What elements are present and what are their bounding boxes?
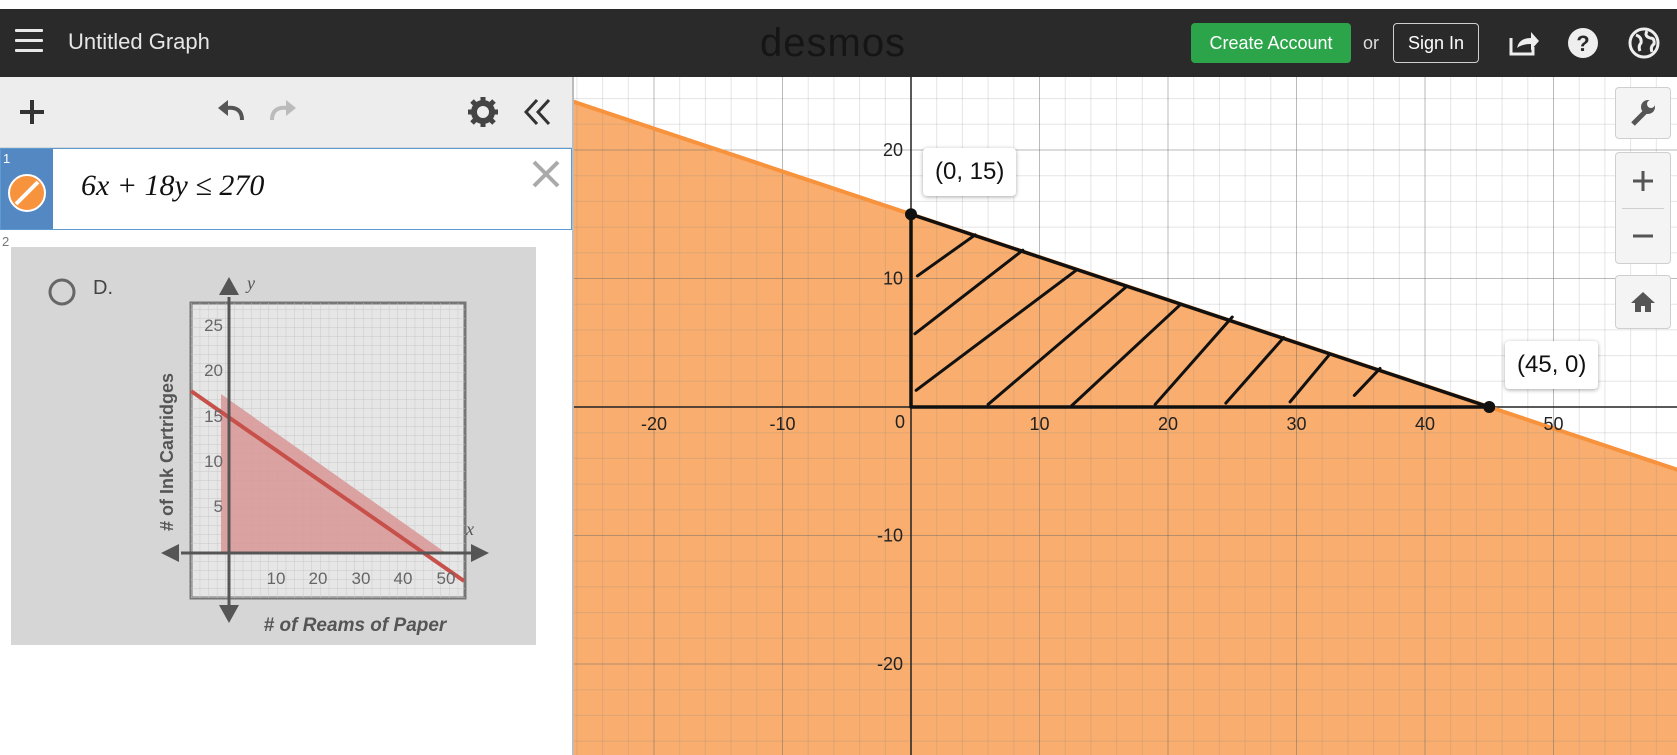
home-icon	[1631, 292, 1655, 312]
x-tick-label: 0	[895, 412, 905, 432]
zoom-controls	[1615, 152, 1671, 264]
image-y-tick: 15	[204, 407, 223, 426]
image-option-label: D.	[93, 277, 113, 299]
expression-image[interactable]: D. y x 25 20 15 10 5 10 20 30 40 50 # of…	[11, 247, 536, 645]
delete-expression-icon[interactable]	[529, 157, 563, 191]
graph-settings-button[interactable]	[1615, 87, 1671, 139]
point[interactable]	[905, 208, 917, 221]
or-text: or	[1363, 33, 1380, 53]
create-account-button[interactable]: Create Account	[1191, 23, 1351, 63]
x-tick-label: 50	[1543, 414, 1563, 434]
image-x-tick: 40	[394, 569, 413, 588]
y-tick-label: -20	[877, 654, 903, 674]
zoom-out-icon[interactable]	[1616, 209, 1670, 263]
menu-icon[interactable]	[15, 29, 43, 53]
image-y-tick: 10	[204, 452, 223, 471]
globe-icon[interactable]	[1627, 26, 1661, 60]
y-tick-label: -10	[877, 526, 903, 546]
x-tick-label: -10	[769, 414, 795, 434]
x-tick-label: 30	[1286, 414, 1306, 434]
help-icon[interactable]: ?	[1566, 26, 1600, 60]
expression-number: 1	[3, 151, 11, 166]
redo-icon[interactable]	[266, 94, 302, 130]
home-button[interactable]	[1615, 275, 1671, 329]
image-x-tick: 50	[437, 569, 456, 588]
zoom-in-icon[interactable]	[1616, 153, 1670, 208]
graph-paper[interactable]: -20 -10 0 10 20 30 40 50 20 10 -10 -20	[574, 77, 1677, 755]
sign-in-button[interactable]: Sign In	[1393, 23, 1479, 63]
svg-text:?: ?	[1576, 31, 1589, 56]
expression-color-icon[interactable]	[7, 173, 47, 213]
image-x-tick: 30	[352, 569, 371, 588]
image-y-tick: 25	[204, 316, 223, 335]
y-tick-label: 20	[883, 140, 903, 160]
y-tick-label: 10	[883, 269, 903, 289]
image-y-tick: 5	[214, 497, 223, 516]
expression-row-1[interactable]: 1 6x + 18y ≤ 270	[0, 148, 572, 230]
image-x-letter: x	[465, 519, 474, 539]
x-tick-label: 20	[1158, 414, 1178, 434]
graph-title[interactable]: Untitled Graph	[68, 29, 210, 55]
point[interactable]	[1483, 401, 1496, 413]
desmos-logo: desmos	[760, 21, 907, 65]
collapse-icon[interactable]	[519, 94, 555, 130]
image-x-tick: 20	[309, 569, 328, 588]
undo-icon[interactable]	[212, 94, 248, 130]
top-strip	[0, 0, 1677, 9]
wrench-icon	[1631, 100, 1655, 126]
x-tick-label: -20	[641, 414, 667, 434]
header-bar: Untitled Graph desmos Create Account or …	[0, 9, 1677, 77]
image-x-axis-label: # of Reams of Paper	[264, 615, 448, 636]
share-icon[interactable]	[1507, 26, 1541, 60]
point-label[interactable]: (45, 0)	[1505, 341, 1599, 389]
x-tick-label: 10	[1029, 414, 1049, 434]
image-y-tick: 20	[204, 361, 223, 380]
image-y-axis-label: # of Ink Cartridges	[157, 373, 177, 531]
expression-toolbar	[0, 77, 572, 148]
add-icon[interactable]	[14, 94, 50, 130]
expression-latex[interactable]: 6x + 18y ≤ 270	[81, 169, 264, 203]
point-label[interactable]: (0, 15)	[923, 148, 1017, 196]
x-tick-label: 40	[1415, 414, 1435, 434]
expression-number-2: 2	[2, 234, 10, 249]
image-y-letter: y	[245, 273, 255, 293]
settings-icon[interactable]	[465, 94, 501, 130]
expression-panel: 1 6x + 18y ≤ 270 2 D. y x 25 20 15 10 5 …	[0, 77, 574, 755]
image-x-tick: 10	[267, 569, 286, 588]
